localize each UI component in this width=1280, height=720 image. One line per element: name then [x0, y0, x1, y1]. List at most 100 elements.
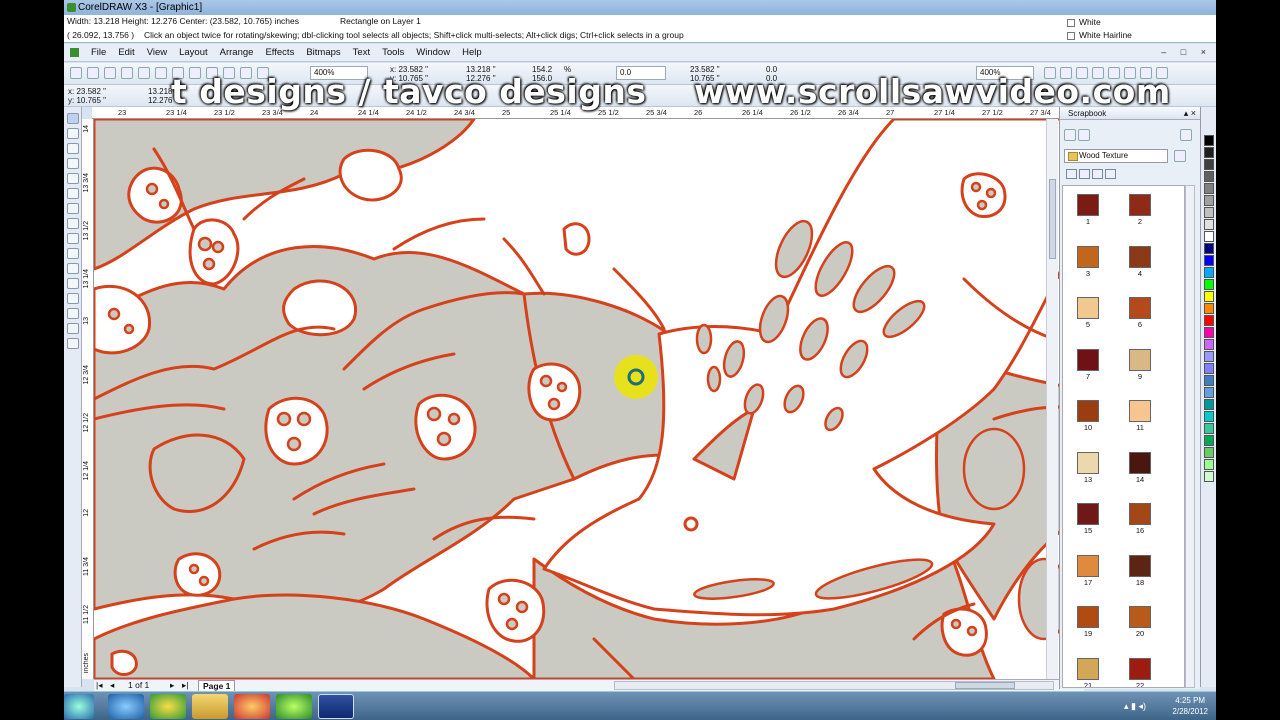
palette-color-swatch[interactable] [1204, 171, 1214, 182]
palette-color-swatch[interactable] [1204, 291, 1214, 302]
menu-arrange[interactable]: Arrange [214, 44, 260, 62]
palette-color-swatch[interactable] [1204, 375, 1214, 386]
palette-color-swatch[interactable] [1204, 363, 1214, 374]
palette-color-swatch[interactable] [1204, 351, 1214, 362]
vertical-ruler[interactable]: 14 13 3/4 13 1/2 13 1/4 13 12 3/4 12 1/2 12 1/4… [82, 119, 94, 679]
menu-text[interactable]: Text [347, 44, 376, 62]
font-icon[interactable] [1180, 129, 1192, 141]
menu-layout[interactable]: Layout [173, 44, 214, 62]
menu-edit[interactable]: Edit [112, 44, 140, 62]
palette-color-swatch[interactable] [1204, 387, 1214, 398]
palette-color-swatch[interactable] [1204, 135, 1214, 146]
palette-color-swatch[interactable] [1204, 219, 1214, 230]
palette-color-swatch[interactable] [1204, 159, 1214, 170]
zoom-tool-icon[interactable] [67, 158, 79, 169]
menu-view[interactable]: View [141, 44, 173, 62]
first-page-button[interactable]: |◂ [96, 680, 102, 691]
wood-texture-swatch[interactable] [1129, 194, 1151, 216]
vertical-scroll-thumb[interactable] [1049, 179, 1056, 259]
wood-texture-swatch[interactable] [1129, 297, 1151, 319]
outline-tool-icon[interactable] [67, 308, 79, 319]
docker-close-icon[interactable]: ▴ × [1184, 108, 1196, 119]
wood-texture-swatch[interactable] [1129, 348, 1151, 371]
crop-tool-icon[interactable] [67, 143, 79, 154]
print-icon[interactable] [121, 67, 133, 79]
eyedropper-icon[interactable] [67, 293, 79, 304]
palette-color-swatch[interactable] [1204, 147, 1214, 158]
new-icon[interactable] [70, 67, 82, 79]
palette-color-swatch[interactable] [1204, 243, 1214, 254]
property-width[interactable]: 13.218 [148, 87, 172, 96]
palette-color-swatch[interactable] [1204, 327, 1214, 338]
palette-color-swatch[interactable] [1204, 207, 1214, 218]
horizontal-scrollbar[interactable] [614, 681, 1054, 690]
wood-texture-swatch[interactable] [1077, 194, 1099, 216]
save-icon[interactable] [104, 67, 116, 79]
palette-color-swatch[interactable] [1204, 279, 1214, 290]
menu-window[interactable]: Window [410, 44, 456, 62]
palette-color-swatch[interactable] [1204, 435, 1214, 446]
text-tool-icon[interactable] [67, 263, 79, 274]
last-page-button[interactable]: ▸| [182, 680, 188, 691]
small-icons-icon[interactable] [1079, 169, 1090, 179]
palette-color-swatch[interactable] [1204, 303, 1214, 314]
large-icons-icon[interactable] [1066, 169, 1077, 179]
palette-color-swatch[interactable] [1204, 471, 1214, 482]
system-tray[interactable]: ▴ ▮ ◂) [1124, 701, 1146, 712]
wood-texture-swatch[interactable] [1077, 297, 1099, 319]
browse-icon[interactable] [1064, 129, 1076, 141]
property-height[interactable]: 12.276 [148, 96, 172, 105]
wood-texture-swatch[interactable] [1129, 400, 1151, 422]
ellipse-tool-icon[interactable] [67, 218, 79, 229]
vertical-scrollbar[interactable] [1046, 119, 1058, 679]
details-view-icon[interactable] [1105, 169, 1116, 179]
wood-texture-swatch[interactable] [1129, 451, 1151, 474]
menu-effects[interactable]: Effects [259, 44, 300, 62]
property-x[interactable]: x: 23.582 " [68, 87, 106, 96]
palette-color-swatch[interactable] [1204, 267, 1214, 278]
firefox-icon[interactable] [234, 694, 270, 719]
wood-texture-swatch[interactable] [1077, 657, 1099, 680]
palette-color-swatch[interactable] [1204, 423, 1214, 434]
screen-recorder-icon[interactable] [318, 694, 354, 719]
wood-texture-swatch[interactable] [1077, 503, 1099, 525]
basic-shapes-icon[interactable] [67, 248, 79, 259]
polygon-tool-icon[interactable] [67, 233, 79, 244]
palette-color-swatch[interactable] [1204, 459, 1214, 470]
wood-texture-swatch[interactable] [1129, 245, 1151, 268]
start-button-icon[interactable] [64, 694, 94, 719]
freehand-tool-icon[interactable] [67, 173, 79, 184]
rectangle-tool-icon[interactable] [67, 203, 79, 214]
cut-icon[interactable] [138, 67, 150, 79]
wood-texture-swatch[interactable] [1129, 606, 1151, 628]
palette-color-swatch[interactable] [1204, 399, 1214, 410]
palette-color-swatch[interactable] [1204, 315, 1214, 326]
menu-file[interactable]: File [85, 44, 112, 62]
wood-texture-swatch[interactable] [1077, 348, 1099, 371]
menu-help[interactable]: Help [456, 44, 488, 62]
list-view-icon[interactable] [1092, 169, 1103, 179]
internet-explorer-icon[interactable] [108, 694, 144, 719]
palette-color-swatch[interactable] [1204, 195, 1214, 206]
menu-tools[interactable]: Tools [376, 44, 410, 62]
smart-fill-icon[interactable] [67, 188, 79, 199]
interactive-fill-icon[interactable] [67, 338, 79, 349]
folder-up-icon[interactable] [1174, 150, 1186, 162]
copy-icon[interactable] [155, 67, 167, 79]
palette-color-swatch[interactable] [1204, 447, 1214, 458]
wood-texture-swatch[interactable] [1077, 400, 1099, 422]
palette-color-swatch[interactable] [1204, 231, 1214, 242]
wood-texture-swatch[interactable] [1129, 657, 1151, 680]
palette-color-swatch[interactable] [1204, 183, 1214, 194]
search-icon[interactable] [1078, 129, 1090, 141]
shape-tool-icon[interactable] [67, 128, 79, 139]
property-y[interactable]: y: 10.765 " [68, 96, 106, 105]
wood-texture-swatch[interactable] [1077, 245, 1099, 268]
gallery-scrollbar[interactable] [1185, 185, 1195, 688]
document-window-controls[interactable]: – □ × [1161, 47, 1212, 57]
next-page-button[interactable]: ▸ [170, 680, 174, 691]
coreldraw-taskbar-icon[interactable] [276, 694, 312, 719]
file-explorer-icon[interactable] [192, 694, 228, 719]
palette-color-swatch[interactable] [1204, 339, 1214, 350]
horizontal-scroll-thumb[interactable] [955, 682, 1015, 689]
